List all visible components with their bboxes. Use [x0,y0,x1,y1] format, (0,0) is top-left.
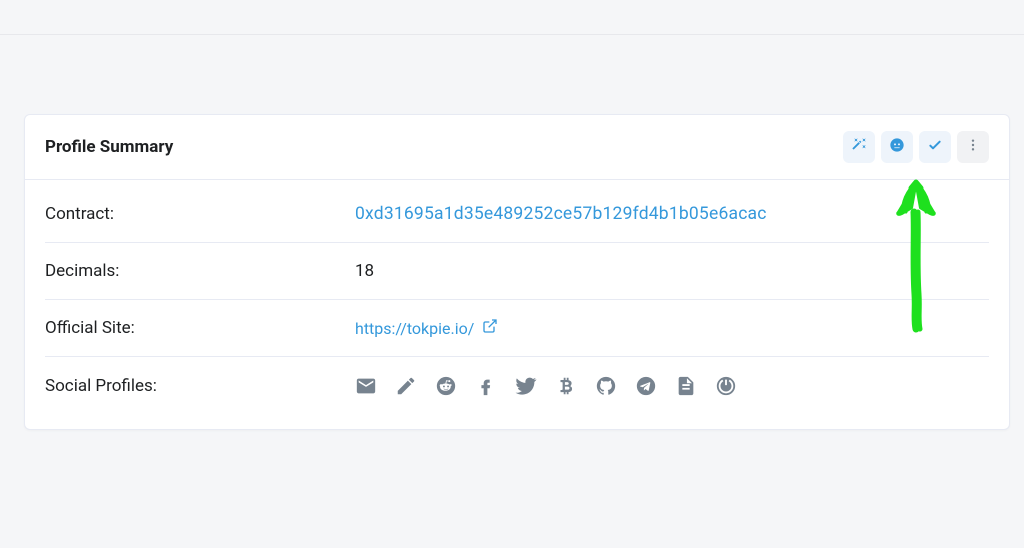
check-icon [927,137,943,157]
official-site-url: https://tokpie.io/ [355,319,474,338]
external-link-icon [482,318,498,338]
check-button[interactable] [919,131,951,163]
bitcoin-icon[interactable] [555,375,577,397]
profile-summary-card: Profile Summary [24,114,1010,430]
face-button[interactable] [881,131,913,163]
more-vertical-icon [965,137,981,157]
reddit-icon[interactable] [435,375,457,397]
social-profiles-row: Social Profiles: [45,357,989,415]
telegram-icon[interactable] [635,375,657,397]
decimals-row: Decimals: 18 [45,243,989,300]
top-divider [0,34,1024,35]
document-icon[interactable] [675,375,697,397]
header-actions [843,131,989,163]
official-site-link[interactable]: https://tokpie.io/ [355,318,498,338]
magic-wand-button[interactable] [843,131,875,163]
social-profiles-label: Social Profiles: [45,376,355,396]
official-site-label: Official Site: [45,318,355,338]
official-site-row: Official Site: https://tokpie.io/ [45,300,989,357]
more-button[interactable] [957,131,989,163]
social-icons [355,375,737,397]
card-header: Profile Summary [25,115,1009,180]
speedometer-icon[interactable] [715,375,737,397]
decimals-label: Decimals: [45,261,355,281]
github-icon[interactable] [595,375,617,397]
contract-row: Contract: 0xd31695a1d35e489252ce57b129fd… [45,186,989,243]
twitter-icon[interactable] [515,375,537,397]
face-icon [889,137,905,157]
email-icon[interactable] [355,375,377,397]
card-body: Contract: 0xd31695a1d35e489252ce57b129fd… [25,180,1009,429]
facebook-icon[interactable] [475,375,497,397]
decimals-value: 18 [355,261,374,281]
pencil-icon[interactable] [395,375,417,397]
magic-wand-icon [851,137,867,157]
contract-label: Contract: [45,204,355,224]
card-title: Profile Summary [45,137,173,157]
contract-address-link[interactable]: 0xd31695a1d35e489252ce57b129fd4b1b05e6ac… [355,204,767,224]
